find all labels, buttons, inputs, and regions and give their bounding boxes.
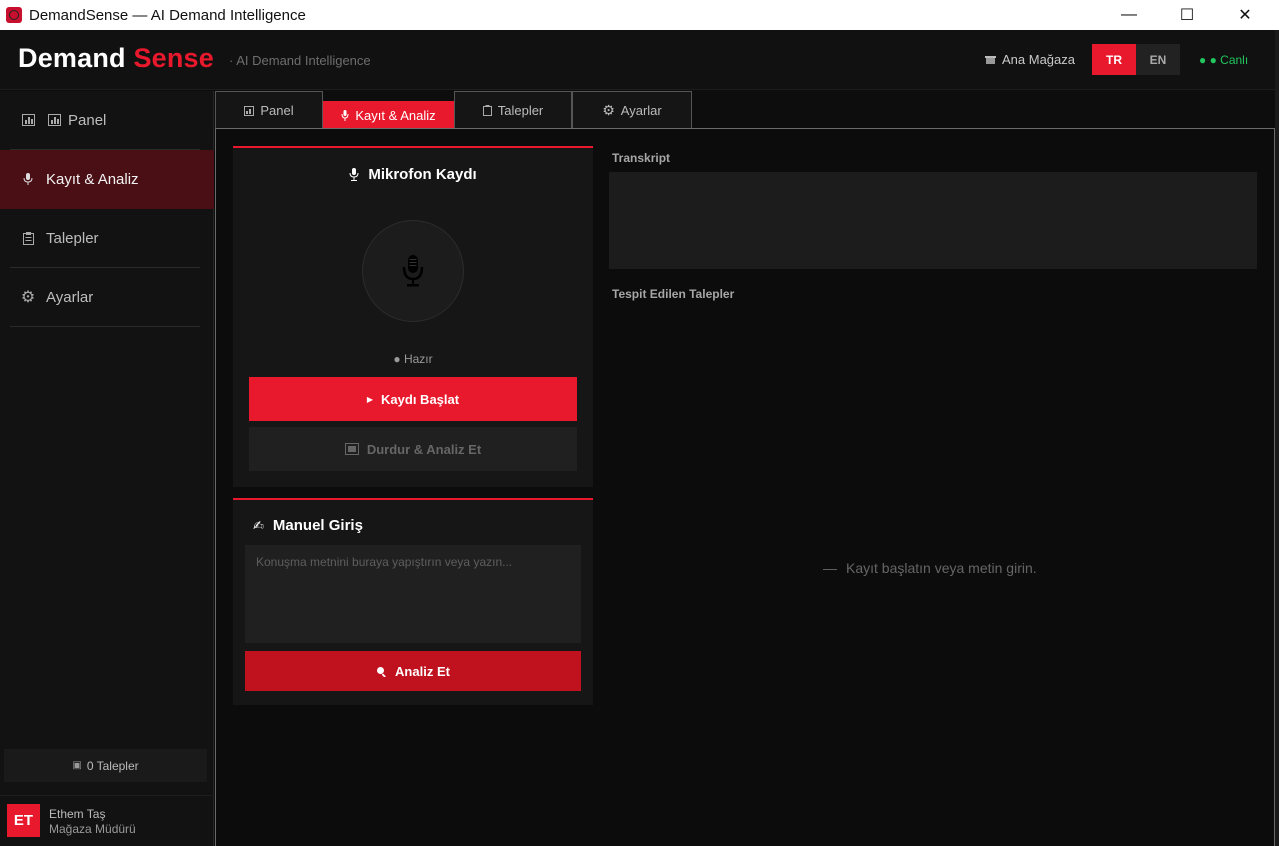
brand-word-demand: Demand [18,43,126,73]
clipboard-icon [20,231,36,245]
maximize-button[interactable]: ☐ [1158,0,1216,30]
tab-label: Ayarlar [620,103,662,118]
tab-kayit-analiz[interactable]: Kayıt & Analiz [323,101,454,129]
microphone-icon [20,173,36,186]
app-header: Demand Sense · AI Demand Intelligence An… [0,30,1275,90]
store-icon [985,56,996,64]
microphone-icon [349,168,359,181]
analyze-button[interactable]: Analiz Et [245,651,581,691]
search-icon [377,666,386,677]
empty-state-message: — Kayıt başlatın veya metin girin. [823,560,1037,576]
store-name: Ana Mağaza [1002,52,1075,67]
bar-chart-icon [244,105,255,116]
gear-icon: ⚙ [602,102,615,118]
sidebar-item-label: Talepler [46,229,99,247]
empty-state-text: Kayıt başlatın veya metin girin. [846,560,1037,576]
app-icon [6,7,22,23]
avatar: ET [7,804,40,837]
clipboard-icon [482,105,492,116]
manual-entry-card: ✍ Manuel Giriş Analiz Et [233,498,593,705]
microphone-icon [341,109,349,121]
empty-state-dash: — [823,560,837,576]
tab-panel[interactable]: Panel [215,91,323,129]
user-role: Mağaza Müdürü [49,822,136,836]
sidebar-item-panel[interactable]: Panel [10,91,200,150]
bar-chart-icon [46,114,62,126]
close-button[interactable]: ✕ [1216,0,1274,30]
box-icon: ▣ [72,760,82,771]
sidebar-item-label: Ayarlar [46,288,94,306]
tab-talepler[interactable]: Talepler [454,91,572,129]
sidebar-item-label: Panel [68,111,107,129]
microphone-card: Mikrofon Kaydı ● Hazır ▶ Kaydı Başlat Du… [233,146,593,487]
request-count-label: 0 Talepler [86,758,139,773]
writing-hand-icon: ✍ [253,517,264,533]
analyze-label: Analiz Et [395,663,450,679]
start-recording-label: Kaydı Başlat [381,391,460,407]
tab-label: Kayıt & Analiz [355,107,436,123]
store-selector[interactable]: Ana Mağaza [985,52,1075,67]
window-edge [1275,30,1279,846]
brand-logo: Demand Sense [18,43,214,74]
window-title: DemandSense — AI Demand Intelligence [29,6,306,24]
tab-ayarlar[interactable]: ⚙ Ayarlar [572,91,692,129]
stop-analyze-button[interactable]: Durdur & Analiz Et [249,427,577,471]
user-name: Ethem Taş [49,807,106,821]
stop-icon [344,443,359,455]
card-title-text: Manuel Giriş [272,517,363,534]
card-title-text: Mikrofon Kaydı [368,166,477,183]
lang-tr-button[interactable]: TR [1092,44,1136,75]
live-status: ● ● Canlı [1199,53,1249,67]
tagline: · AI Demand Intelligence [229,53,371,68]
minimize-button[interactable]: — [1100,0,1158,30]
tab-label: Panel [260,103,294,118]
play-icon: ▶ [366,394,374,404]
record-mic-button[interactable] [362,220,464,322]
detected-requests-label: Tespit Edilen Talepler [612,287,735,301]
window-titlebar: DemandSense — AI Demand Intelligence — ☐… [0,0,1279,30]
stop-analyze-label: Durdur & Analiz Et [366,441,482,457]
microphone-card-title: Mikrofon Kaydı [233,166,593,183]
request-count-badge: ▣ 0 Talepler [4,749,207,782]
transcript-text-input[interactable] [245,545,581,643]
bar-chart-icon [20,114,36,126]
lang-en-button[interactable]: EN [1136,44,1180,75]
manual-entry-title: ✍ Manuel Giriş [253,517,363,534]
tab-label: Talepler [497,103,544,118]
sidebar-item-talepler[interactable]: Talepler [10,209,200,268]
sidebar-item-kayit-analiz[interactable]: Kayıt & Analiz [0,150,214,209]
sidebar: Panel Kayıt & Analiz Talepler ⚙ Ayarlar … [0,91,214,846]
transcript-label: Transkript [612,151,671,165]
sidebar-item-label: Kayıt & Analiz [46,171,139,188]
start-recording-button[interactable]: ▶ Kaydı Başlat [249,377,577,421]
recording-status: ● Hazır [393,352,433,366]
brand-word-sense: Sense [133,43,214,73]
microphone-icon [402,255,424,287]
user-profile[interactable]: ET Ethem Taş Mağaza Müdürü [0,795,214,846]
gear-icon: ⚙ [20,289,36,306]
sidebar-item-ayarlar[interactable]: ⚙ Ayarlar [10,268,200,327]
transcript-box [609,172,1257,269]
